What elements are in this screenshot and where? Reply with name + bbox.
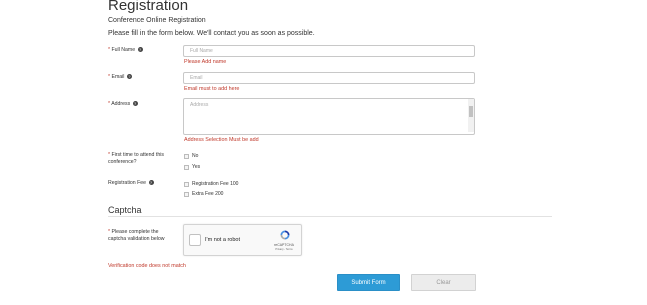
first-time-label: * First time to attend this conference? [108, 152, 168, 166]
recaptcha-links[interactable]: Privacy - Terms [272, 248, 296, 251]
registration-fee-label-text: Registration Fee [108, 180, 147, 186]
required-mark: * [108, 47, 111, 53]
help-icon[interactable]: ? [126, 74, 132, 80]
recaptcha-label: I'm not a robot [205, 237, 240, 243]
captcha-error: Verification code does not match [108, 263, 186, 269]
required-mark: * [108, 152, 111, 158]
email-input[interactable] [183, 72, 475, 84]
fee-100-label: Registration Fee 100 [192, 181, 239, 187]
captcha-label: * Please complete the captcha validation… [108, 229, 170, 243]
address-label-text: Address [111, 101, 131, 107]
recaptcha-checkbox[interactable] [189, 234, 201, 246]
submit-form-button[interactable]: Submit Form [337, 274, 400, 291]
first-time-yes-checkbox[interactable] [184, 165, 189, 170]
scrollbar-thumb[interactable] [469, 106, 473, 117]
recaptcha-brand: reCAPTCHA [274, 243, 294, 247]
first-time-no-label: No [192, 153, 199, 159]
full-name-input[interactable] [183, 45, 475, 57]
first-time-yes-label: Yes [192, 164, 201, 170]
email-error: Email must to add here [184, 86, 240, 92]
email-label-text: Email [111, 74, 125, 80]
address-label: * Address ? [108, 101, 138, 108]
required-mark: * [108, 229, 111, 235]
address-field [183, 98, 475, 135]
registration-fee-label: Registration Fee ? [108, 180, 154, 187]
full-name-label: * Full Name ? [108, 47, 143, 54]
fee-200-checkbox[interactable] [184, 192, 189, 197]
first-time-label-text: First time to attend this conference? [108, 152, 164, 165]
first-time-no-checkbox[interactable] [184, 154, 189, 159]
email-label: * Email ? [108, 74, 132, 81]
help-icon[interactable]: ? [132, 101, 138, 107]
page-subtitle: Conference Online Registration [108, 17, 206, 24]
fee-100-checkbox[interactable] [184, 182, 189, 187]
required-mark: * [108, 74, 111, 80]
help-icon[interactable]: ? [137, 47, 143, 53]
full-name-label-text: Full Name [111, 47, 136, 53]
page-title: Registration [108, 0, 189, 14]
section-divider [108, 216, 552, 217]
address-error: Address Selection Must be add [184, 137, 259, 143]
fee-200-label: Extra Fee 200 [192, 191, 224, 197]
full-name-error: Please Add name [184, 59, 227, 65]
clear-button[interactable]: Clear [411, 274, 476, 291]
recaptcha-widget: I'm not a robot reCAPTCHA Privacy - Term… [183, 224, 302, 256]
captcha-label-text: Please complete the captcha validation b… [108, 229, 165, 242]
address-scrollbar[interactable] [468, 99, 474, 132]
captcha-heading: Captcha [108, 205, 142, 215]
recaptcha-logo-icon [280, 230, 290, 240]
address-textarea[interactable] [183, 98, 475, 135]
help-icon[interactable]: ? [148, 180, 154, 186]
required-mark: * [108, 101, 111, 107]
form-intro: Please fill in the form below. We'll con… [108, 30, 315, 37]
